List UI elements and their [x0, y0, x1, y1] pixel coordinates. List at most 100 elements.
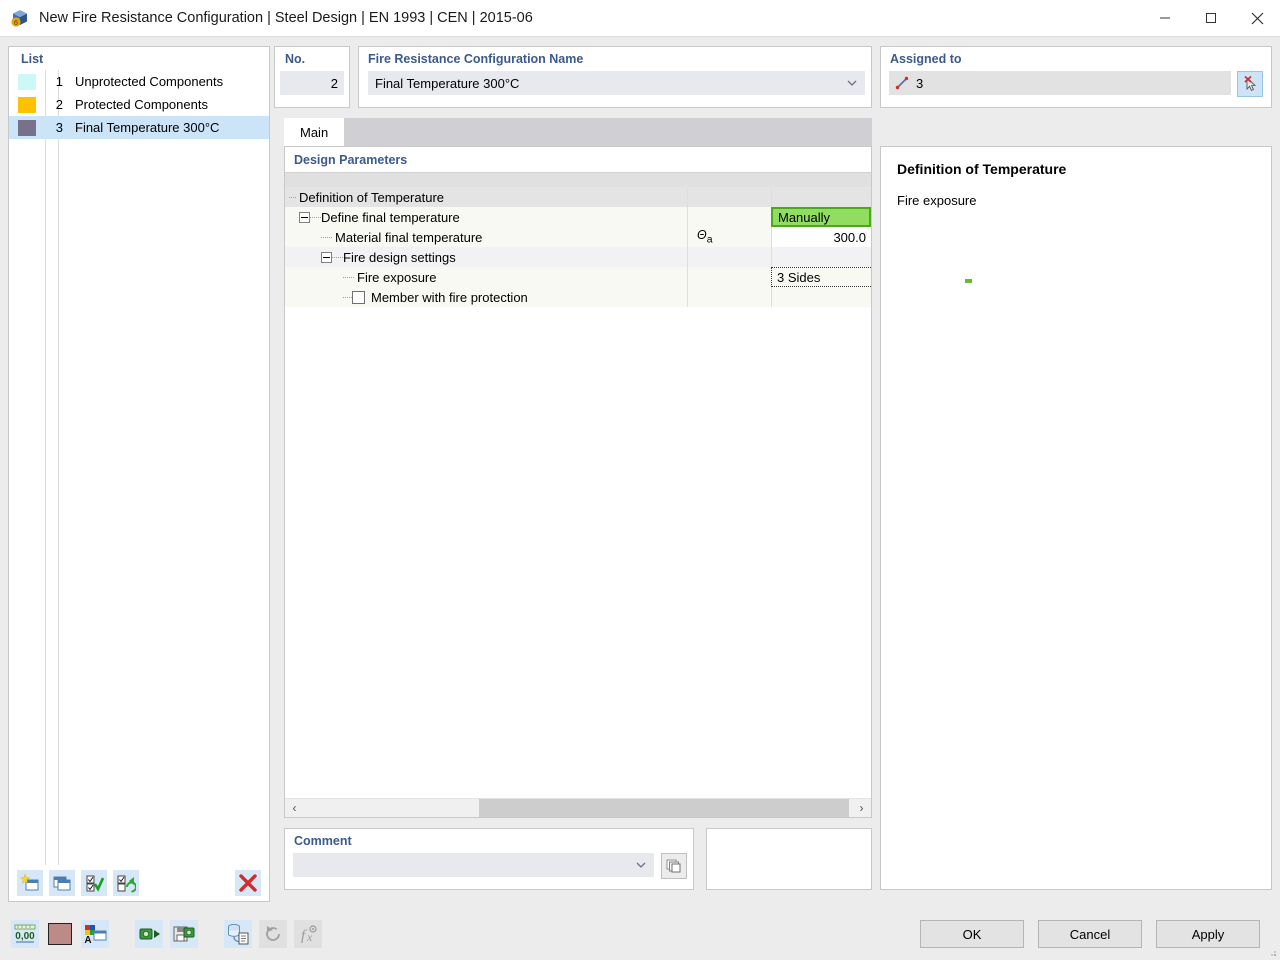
scroll-right-arrow-icon[interactable]: › [852, 799, 871, 817]
info-panel-text: Fire exposure [897, 193, 1255, 208]
value-cell-focused[interactable]: 3 Sides [771, 267, 871, 287]
color-swatch-cell [9, 97, 45, 113]
color-swatch-button[interactable] [46, 920, 74, 948]
comment-templates-button[interactable] [661, 853, 687, 879]
configuration-name-value: Final Temperature 300°C [375, 76, 519, 91]
database-report-button[interactable] [224, 920, 252, 948]
comment-preview-panel [706, 828, 872, 890]
comment-value [293, 853, 654, 857]
configuration-name-label: Fire Resistance Configuration Name [359, 47, 871, 69]
maximize-button[interactable] [1188, 0, 1234, 37]
table-row[interactable]: Fire exposure 3 Sides [285, 267, 871, 287]
tree-connector [343, 297, 352, 298]
value-cell[interactable]: 300.0 [771, 227, 871, 247]
window-title: New Fire Resistance Configuration | Stee… [39, 10, 533, 26]
comment-panel: Comment [284, 828, 694, 890]
ok-button[interactable]: OK [920, 920, 1024, 948]
scroll-left-arrow-icon[interactable]: ‹ [285, 799, 304, 817]
chevron-down-icon [847, 78, 857, 88]
tree-row-label: Fire exposure [357, 270, 436, 285]
color-swatch-cell [9, 74, 45, 90]
collapse-expander-icon[interactable] [299, 212, 310, 223]
comment-combobox[interactable] [293, 853, 654, 877]
apply-button[interactable]: Apply [1156, 920, 1260, 948]
number-panel: No. 2 [274, 46, 350, 108]
table-row[interactable]: Member with fire protection [285, 287, 871, 307]
table-row[interactable]: Fire design settings [285, 247, 871, 267]
list-item[interactable]: 1 Unprotected Components [9, 70, 269, 93]
design-parameters-panel: Design Parameters Definition of Temperat… [284, 146, 872, 818]
chevron-down-icon [636, 860, 646, 870]
title-bar: 6 New Fire Resistance Configuration | St… [0, 0, 1280, 37]
list-item-label: Protected Components [67, 97, 208, 112]
minimize-button[interactable] [1142, 0, 1188, 37]
theta-a-symbol: Θa [697, 228, 713, 246]
export-button[interactable] [170, 920, 198, 948]
display-properties-button[interactable]: A [81, 920, 109, 948]
import-button[interactable] [135, 920, 163, 948]
tree-connector [343, 277, 354, 278]
list-item-label: Unprotected Components [67, 74, 223, 89]
new-configuration-button[interactable] [17, 870, 43, 896]
close-button[interactable] [1234, 0, 1280, 37]
symbol-cell [687, 187, 771, 207]
copy-configuration-button[interactable] [49, 870, 75, 896]
table-row[interactable]: Definition of Temperature [285, 187, 871, 207]
window-controls [1142, 0, 1280, 37]
table-header-strip [285, 172, 871, 187]
cancel-button[interactable]: Cancel [1038, 920, 1142, 948]
resize-grip[interactable] [1267, 947, 1277, 957]
configuration-list[interactable]: 1 Unprotected Components 2 Protected Com… [9, 70, 269, 865]
bottom-bar: 0,00 A [0, 908, 1280, 960]
table-row[interactable]: Material final temperature Θa 300.0 [285, 227, 871, 247]
delete-configuration-button[interactable] [235, 870, 261, 896]
number-input[interactable]: 2 [280, 71, 344, 95]
list-item[interactable]: 2 Protected Components [9, 93, 269, 116]
deselect-pick-cursor-icon-button[interactable] [1237, 71, 1263, 97]
tree-row-label: Definition of Temperature [299, 190, 444, 205]
symbol-cell [687, 207, 771, 227]
symbol-cell [687, 287, 771, 307]
design-parameters-tree[interactable]: Definition of Temperature Define final t… [285, 187, 871, 798]
member-fire-protection-checkbox[interactable] [352, 291, 365, 304]
color-swatch-cell [9, 120, 45, 136]
symbol-cell: Θa [687, 227, 771, 247]
formula-button: f x [294, 920, 322, 948]
tab-main[interactable]: Main [284, 118, 344, 146]
color-swatch [18, 74, 36, 90]
fire-exposure-diagram [965, 279, 972, 283]
list-item-number: 2 [45, 97, 67, 112]
info-panel: Definition of Temperature Fire exposure [880, 146, 1272, 890]
value-cell[interactable] [771, 287, 871, 307]
color-swatch [18, 97, 36, 113]
value-cell-highlighted[interactable]: Manually [771, 207, 871, 227]
value-cell[interactable] [771, 247, 871, 267]
assigned-to-input[interactable]: 3 [889, 71, 1231, 95]
list-item-label: Final Temperature 300°C [67, 120, 219, 135]
fire-resistance-configuration-dialog: 6 New Fire Resistance Configuration | St… [0, 0, 1280, 960]
configuration-name-combobox[interactable]: Final Temperature 300°C [368, 71, 865, 95]
tree-row-label: Fire design settings [343, 250, 456, 265]
svg-text:A: A [84, 935, 91, 946]
scrollbar-track[interactable] [304, 799, 852, 817]
design-parameters-title: Design Parameters [285, 147, 871, 172]
member-line-icon [895, 76, 909, 90]
svg-text:0,00: 0,00 [15, 931, 35, 942]
color-swatch-icon [48, 923, 72, 945]
tree-row-label: Define final temperature [321, 210, 460, 225]
scrollbar-thumb[interactable] [479, 799, 849, 817]
value-cell[interactable] [771, 187, 871, 207]
assigned-to-value: 3 [916, 76, 923, 91]
select-all-button[interactable] [81, 870, 107, 896]
list-item-number: 1 [45, 74, 67, 89]
assigned-to-label: Assigned to [881, 47, 1271, 69]
invert-selection-button[interactable] [113, 870, 139, 896]
table-row[interactable]: Define final temperature Manually [285, 207, 871, 227]
horizontal-scrollbar[interactable]: ‹ › [285, 798, 871, 817]
comment-label: Comment [285, 829, 693, 851]
tree-connector [289, 197, 296, 198]
list-item-selected[interactable]: 3 Final Temperature 300°C [9, 116, 269, 139]
tree-row-label: Member with fire protection [371, 290, 528, 305]
collapse-expander-icon[interactable] [321, 252, 332, 263]
decimal-places-button[interactable]: 0,00 [11, 920, 39, 948]
